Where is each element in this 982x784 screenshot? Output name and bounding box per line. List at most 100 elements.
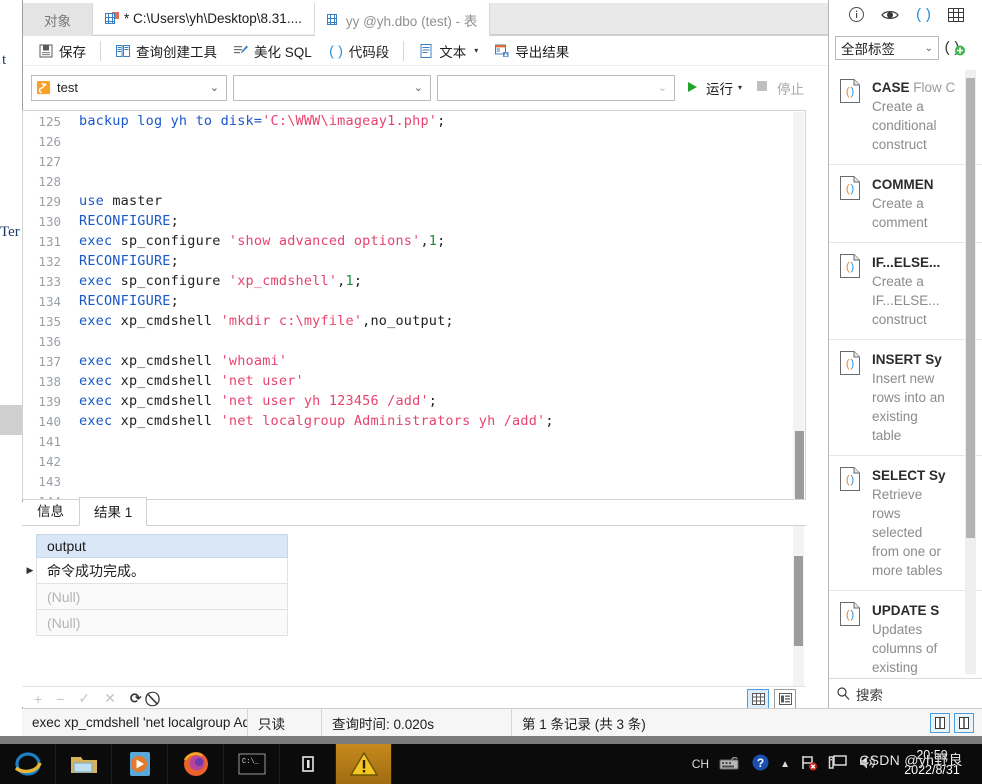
taskbar-file-explorer-icon[interactable] [56, 744, 112, 784]
help-icon[interactable]: ? [751, 753, 770, 775]
run-button[interactable]: 运行 ▾ [681, 78, 746, 98]
taskbar-warning-app-icon[interactable] [336, 744, 392, 784]
taskbar-media-player-icon[interactable] [112, 744, 168, 784]
save-button[interactable]: 保存 [31, 39, 93, 63]
code-token: 'mkdir c:\myfile' [220, 313, 363, 329]
network-error-icon[interactable] [800, 754, 818, 774]
add-record-button[interactable]: + [34, 691, 42, 707]
info-icon[interactable] [848, 6, 865, 26]
grid-icon[interactable] [947, 7, 964, 25]
line-code[interactable]: RECONFIGURE; [71, 293, 179, 309]
snippet-item[interactable]: () IF...ELSE... Create a IF...ELSE... cons… [829, 243, 982, 340]
tab-result-1[interactable]: 结果 1 [79, 497, 148, 526]
sql-editor-lines: 125 backup log yh to disk='C:\WWW\imageay… [23, 111, 805, 499]
editor-line: 126 [23, 131, 805, 151]
chevron-down-icon[interactable]: ▾ [738, 83, 742, 92]
code-token: xp_cmdshell [120, 393, 221, 409]
code-token: xp_cmdshell [120, 413, 221, 429]
line-code[interactable]: exec xp_cmdshell 'net localgroup Adminis… [71, 413, 554, 429]
line-code[interactable]: exec xp_cmdshell 'net user' [71, 373, 304, 389]
line-number: 138 [38, 373, 61, 389]
snippet-file-icon: () [838, 466, 864, 580]
tab-table-yy[interactable]: yy @yh.dbo (test) - 表 [314, 3, 491, 36]
tab-query-file[interactable]: * C:\Users\yh\Desktop\8.31.... [93, 1, 315, 34]
row-cell-output[interactable]: (Null) [37, 589, 80, 605]
status-readonly: 只读 [248, 708, 322, 737]
taskbar-terminal-icon[interactable] [280, 744, 336, 784]
code-token: 1 [428, 233, 438, 249]
row-cell-output[interactable]: (Null) [37, 615, 80, 631]
split-vertical-icon[interactable] [930, 712, 950, 733]
connection-select[interactable]: test ⌄ [31, 74, 227, 101]
refresh-button[interactable]: ⟳ [130, 690, 142, 707]
sql-editor[interactable]: 125 backup log yh to disk='C:\WWW\imageay… [22, 110, 806, 500]
line-code[interactable]: use master [71, 193, 162, 209]
split-horizontal-icon[interactable] [954, 712, 974, 733]
grid-view-icon[interactable] [747, 688, 769, 709]
text-format-button[interactable]: 文本 ▾ [411, 39, 485, 63]
table-row[interactable]: (Null) [36, 584, 288, 610]
line-code[interactable]: exec xp_cmdshell 'mkdir c:\myfile',no_ou… [71, 313, 454, 329]
table-row[interactable]: (Null) [36, 610, 288, 636]
eye-icon[interactable] [880, 8, 899, 25]
line-number: 133 [38, 273, 61, 289]
taskbar-command-prompt-icon[interactable]: C:\_ [224, 744, 280, 784]
delete-record-button[interactable]: − [56, 691, 64, 707]
code-icon[interactable]: () [914, 6, 932, 26]
code-token: ,no_output; [362, 313, 454, 329]
code-token: backup log yh to disk= [79, 113, 263, 129]
add-snippet-icon[interactable]: () [943, 37, 967, 60]
snippet-item[interactable]: () UPDATE S Updates columns of existing ro… [829, 591, 982, 678]
taskbar-clock[interactable]: 20:59 2022/8/31 CSDN @yh野良 [859, 744, 976, 784]
tab-objects[interactable]: 对象 [23, 3, 93, 36]
snippet-label-select[interactable]: 全部标签 ⌄ [835, 36, 939, 60]
database-select[interactable]: ⌄ [233, 74, 431, 101]
line-code[interactable]: exec sp_configure 'show advanced options… [71, 233, 445, 249]
apply-changes-button[interactable]: ✓ [78, 690, 90, 707]
tab-messages[interactable]: 信息 [22, 496, 79, 525]
snippet-filter-row: 全部标签 ⌄ () [829, 32, 982, 64]
form-view-icon[interactable] [774, 688, 796, 709]
chevron-down-icon[interactable]: ⌄ [414, 81, 426, 94]
editor-line: 125 backup log yh to disk='C:\WWW\imageay… [23, 111, 805, 131]
results-scroll-thumb[interactable] [794, 556, 803, 646]
line-code[interactable]: backup log yh to disk='C:\WWW\imageay1.p… [71, 113, 445, 129]
schema-select[interactable]: ⌄ [437, 74, 675, 101]
table-row[interactable]: ▶ 命令成功完成。 [27, 558, 288, 584]
taskbar-internet-explorer-icon[interactable] [0, 744, 56, 784]
line-code[interactable]: exec sp_configure 'xp_cmdshell',1; [71, 273, 362, 289]
editor-scroll-thumb[interactable] [795, 431, 804, 499]
chevron-down-icon[interactable]: ⌄ [925, 43, 933, 54]
taskbar-firefox-icon[interactable] [168, 744, 224, 784]
results-grid[interactable]: output ▶ 命令成功完成。 (Null) (Null) [22, 526, 806, 686]
query-builder-button[interactable]: 查询创建工具 [108, 39, 224, 63]
editor-line: 143 [23, 471, 805, 491]
editor-line: 141 [23, 431, 805, 451]
chevron-down-icon[interactable]: ▾ [474, 46, 478, 55]
chevron-down-icon[interactable]: ⌄ [658, 81, 670, 94]
snippet-item[interactable]: () COMMEN Create a comment [829, 165, 982, 243]
cancel-changes-button[interactable]: ✕ [104, 690, 116, 707]
row-marker: ▶ [26, 565, 34, 575]
sidebar-header-icons: () [829, 0, 982, 32]
line-code[interactable]: exec xp_cmdshell 'net user yh 123456 /ad… [71, 393, 437, 409]
line-code[interactable]: RECONFIGURE; [71, 253, 179, 269]
beautify-sql-button[interactable]: 美化 SQL [226, 39, 319, 63]
snippet-item[interactable]: () INSERT Sy Insert new rows into an exist… [829, 340, 982, 456]
snippet-item[interactable]: () CASE Flow C Create a conditional constr… [829, 68, 982, 165]
line-code[interactable]: exec xp_cmdshell 'whoami' [71, 353, 287, 369]
code-snippet-button[interactable]: () 代码段 [321, 39, 397, 63]
snippet-list[interactable]: () CASE Flow C Create a conditional constr… [829, 68, 982, 678]
keyboard-icon[interactable] [719, 755, 741, 774]
chevron-down-icon[interactable]: ⌄ [210, 81, 222, 94]
column-header-output[interactable]: output [36, 534, 288, 558]
export-result-button[interactable]: 导出结果 [487, 39, 576, 63]
snippet-scroll-thumb[interactable] [966, 78, 975, 538]
tray-ime-indicator[interactable]: CH [692, 757, 709, 771]
row-cell-output[interactable]: 命令成功完成。 [37, 561, 145, 581]
snippet-item[interactable]: () SELECT Sy Retrieve rows selected from o… [829, 456, 982, 591]
tray-expand-icon[interactable]: ▲ [780, 759, 790, 770]
snippet-search-box[interactable]: 搜索 [829, 678, 982, 708]
code-token: exec [79, 413, 121, 429]
line-code[interactable]: RECONFIGURE; [71, 213, 179, 229]
